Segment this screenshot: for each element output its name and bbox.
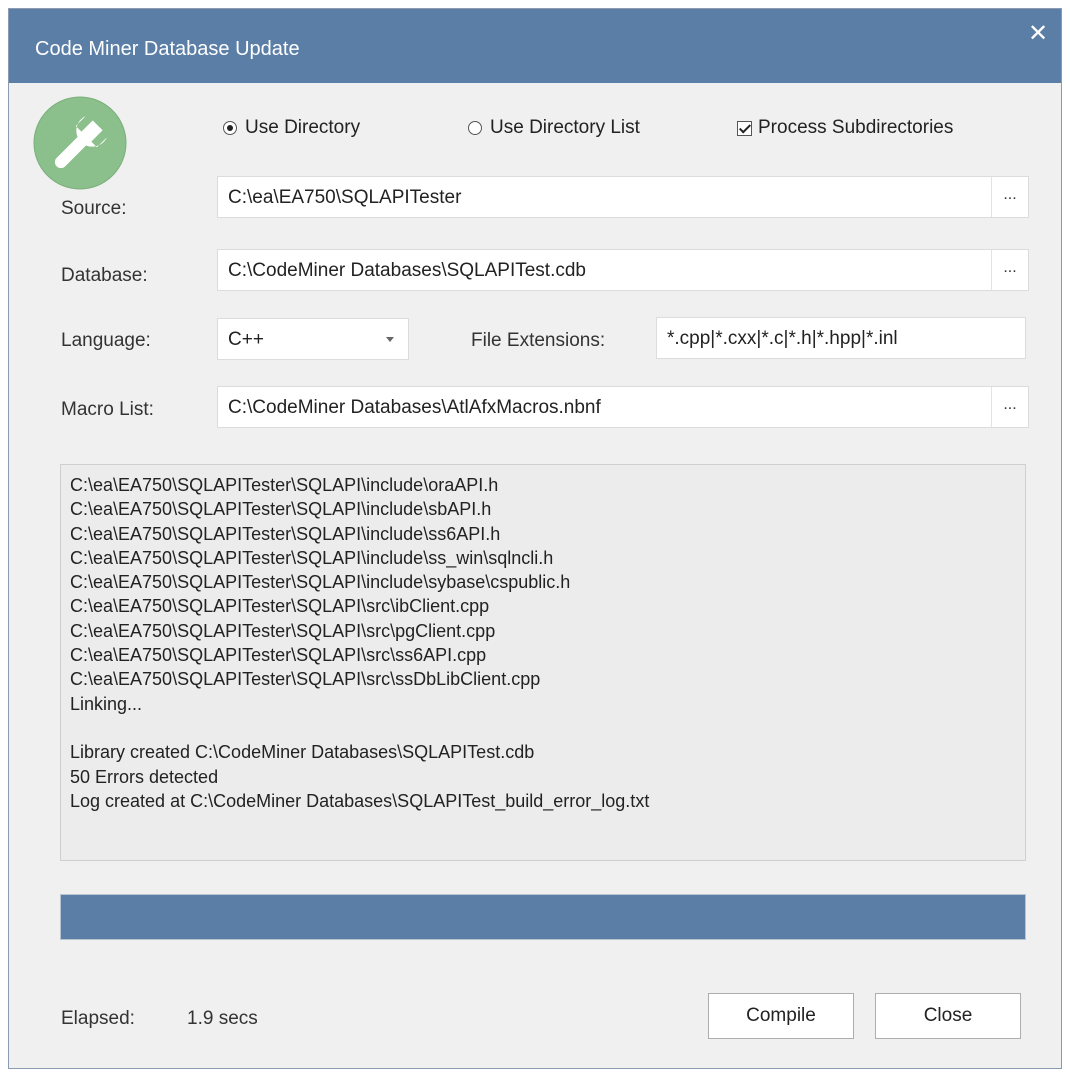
wrench-icon [33,96,127,190]
use-directory-label: Use Directory [245,117,361,138]
compile-button[interactable]: Compile [708,993,854,1039]
progress-bar [60,894,1026,940]
progress-fill [61,895,1025,939]
radio-indicator[interactable] [223,121,237,135]
use-directory-list-label: Use Directory List [490,117,640,138]
log-line: Linking... [70,693,143,714]
log-line: C:\ea\EA750\SQLAPITester\SQLAPI\src\ssDb… [70,669,541,690]
log-line: C:\ea\EA750\SQLAPITester\SQLAPI\include\… [70,572,571,593]
database-browse-button[interactable]: ... [991,250,1028,290]
close-icon[interactable]: ✕ [1023,19,1053,49]
window-title: Code Miner Database Update [35,38,300,60]
database-input[interactable]: C:\CodeMiner Databases\SQLAPITest.cdb [217,249,1029,291]
file-extensions-input[interactable]: *.cpp|*.cxx|*.c|*.h|*.hpp|*.inl [656,317,1026,359]
macro-list-value: C:\CodeMiner Databases\AtlAfxMacros.nbnf [228,397,601,418]
language-value: C++ [228,329,264,350]
close-button[interactable]: Close [875,993,1021,1039]
elapsed-value: 1.9 secs [187,1008,258,1029]
file-extensions-label: File Extensions: [471,330,606,351]
log-line: C:\ea\EA750\SQLAPITester\SQLAPI\include\… [70,475,499,495]
language-label: Language: [61,330,151,351]
log-line: Log created at C:\CodeMiner Databases\SQ… [70,790,650,811]
database-value: C:\CodeMiner Databases\SQLAPITest.cdb [228,260,587,281]
source-browse-button[interactable]: ... [991,177,1028,217]
log-line: 50 Errors detected [70,766,219,787]
log-line: C:\ea\EA750\SQLAPITester\SQLAPI\src\pgCl… [70,620,496,641]
macro-list-label: Macro List: [61,399,154,420]
log-line: Library created C:\CodeMiner Databases\S… [70,742,535,763]
language-select[interactable]: C++ [217,318,409,360]
output-log[interactable]: C:\ea\EA750\SQLAPITester\SQLAPI\include\… [60,464,1026,861]
log-line: C:\ea\EA750\SQLAPITester\SQLAPI\src\ibCl… [70,596,490,617]
log-line: C:\ea\EA750\SQLAPITester\SQLAPI\include\… [70,499,492,520]
use-directory-list-radio[interactable]: Use Directory List [468,117,640,139]
source-input[interactable]: C:\ea\EA750\SQLAPITester [217,176,1029,218]
macro-list-browse-button[interactable]: ... [991,387,1028,427]
log-line: C:\ea\EA750\SQLAPITester\SQLAPI\include\… [70,523,501,544]
log-line: C:\ea\EA750\SQLAPITester\SQLAPI\include\… [70,547,554,568]
process-subdirectories-checkbox[interactable]: Process Subdirectories [737,117,953,139]
source-label: Source: [61,198,127,219]
database-label: Database: [61,265,148,286]
use-directory-radio[interactable]: Use Directory [223,117,360,139]
file-extensions-value: *.cpp|*.cxx|*.c|*.h|*.hpp|*.inl [667,328,898,349]
code-miner-dialog: Code Miner Database Update ✕ Use Directo… [8,8,1062,1069]
log-line: C:\ea\EA750\SQLAPITester\SQLAPI\src\ss6A… [70,645,487,666]
process-subdirectories-label: Process Subdirectories [758,117,954,138]
chevron-down-icon[interactable] [386,337,394,342]
macro-list-input[interactable]: C:\CodeMiner Databases\AtlAfxMacros.nbnf [217,386,1029,428]
radio-indicator[interactable] [468,121,482,135]
source-value: C:\ea\EA750\SQLAPITester [228,187,462,208]
checkbox-indicator[interactable] [737,120,752,136]
elapsed-label: Elapsed: [61,1008,135,1029]
title-bar: Code Miner Database Update ✕ [9,9,1061,83]
